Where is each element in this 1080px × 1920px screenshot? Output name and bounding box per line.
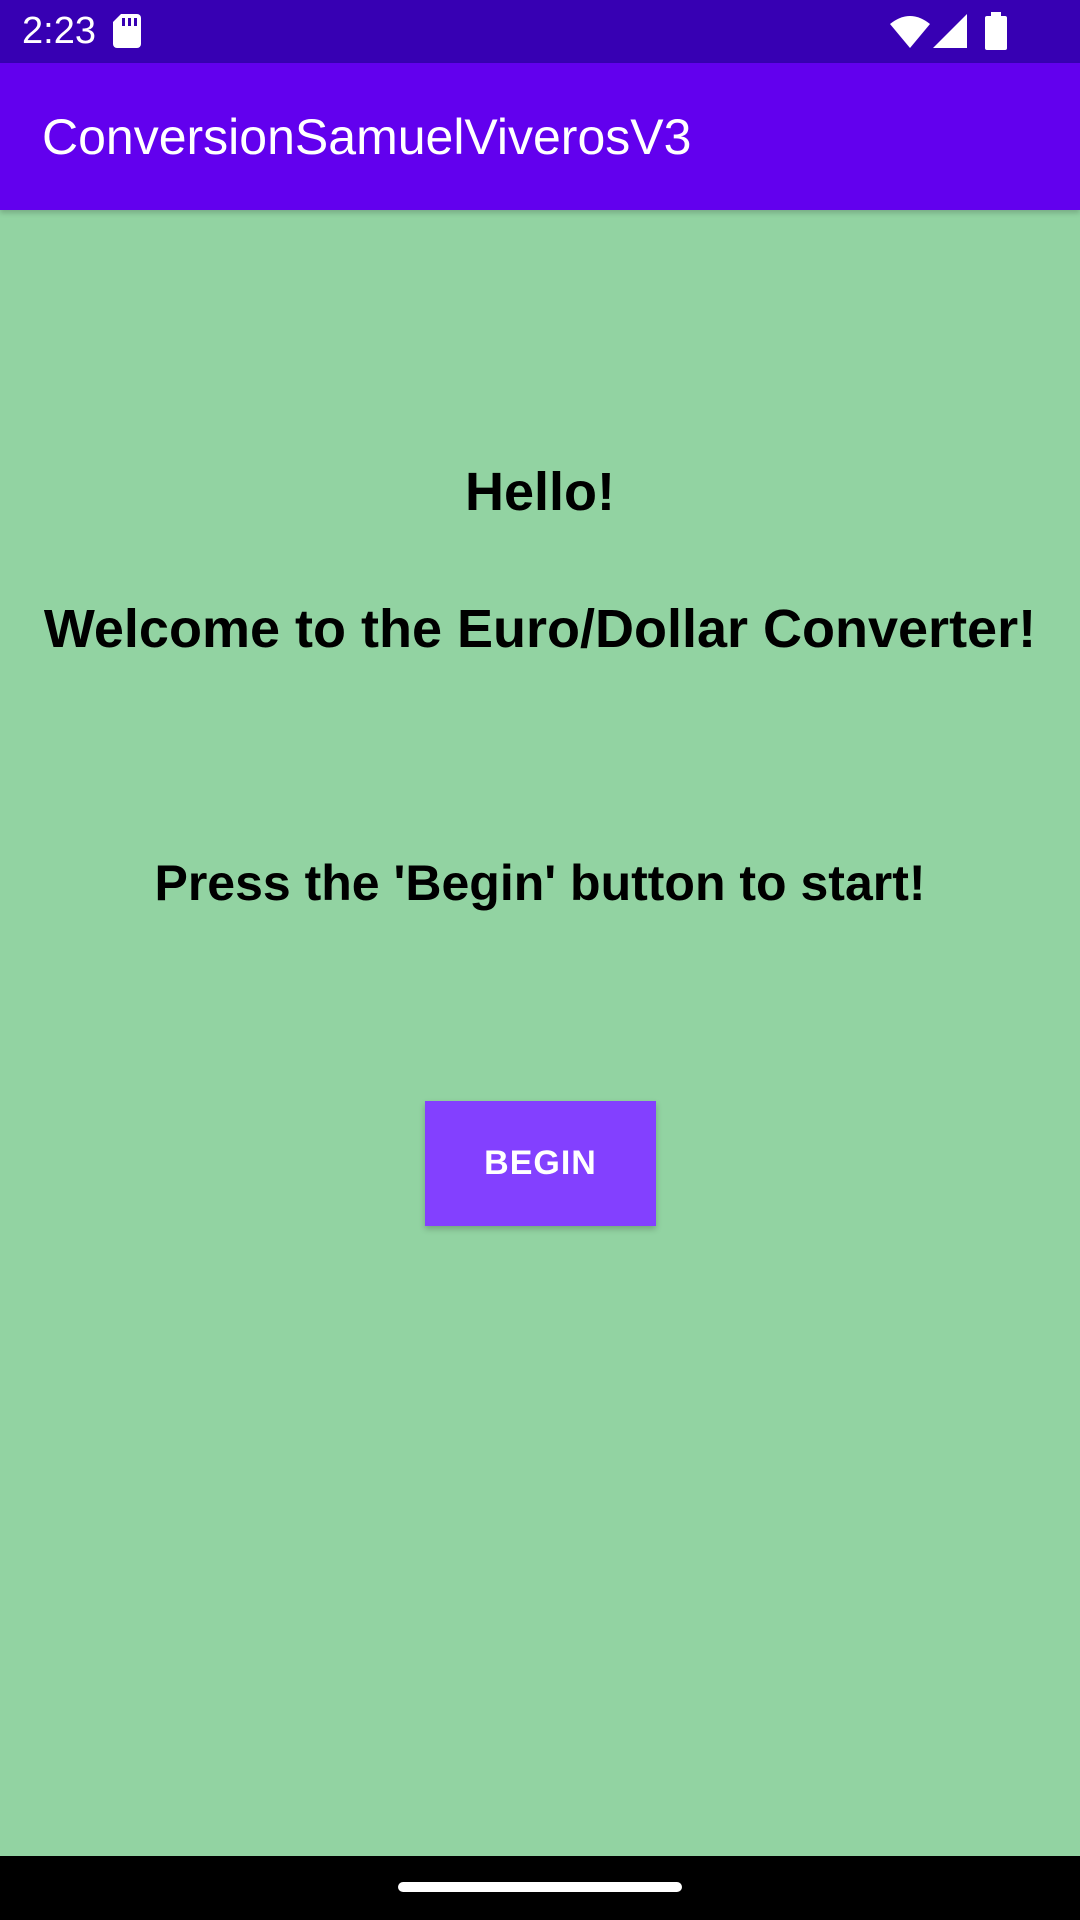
greeting-text: Hello! (464, 462, 615, 522)
status-bar: 2:23 (0, 0, 1080, 63)
app-bar: ConversionSamuelViverosV3 (0, 63, 1080, 210)
app-title: ConversionSamuelViverosV3 (42, 109, 692, 165)
signal-icon (933, 14, 967, 48)
status-time: 2:23 (22, 10, 96, 52)
sd-card-icon (113, 14, 141, 48)
instruction-text: Press the 'Begin' button to start! (154, 855, 926, 911)
begin-button[interactable]: BEGIN (425, 1101, 656, 1226)
navigation-bar (0, 1856, 1080, 1920)
welcome-text: Welcome to the Euro/Dollar Converter! (43, 599, 1037, 659)
home-handle[interactable] (398, 1882, 682, 1892)
wifi-icon (890, 16, 930, 48)
screen: 2:23 ConversionSamuelViverosV3 Hello! We… (0, 0, 1080, 1920)
battery-icon (985, 12, 1007, 50)
